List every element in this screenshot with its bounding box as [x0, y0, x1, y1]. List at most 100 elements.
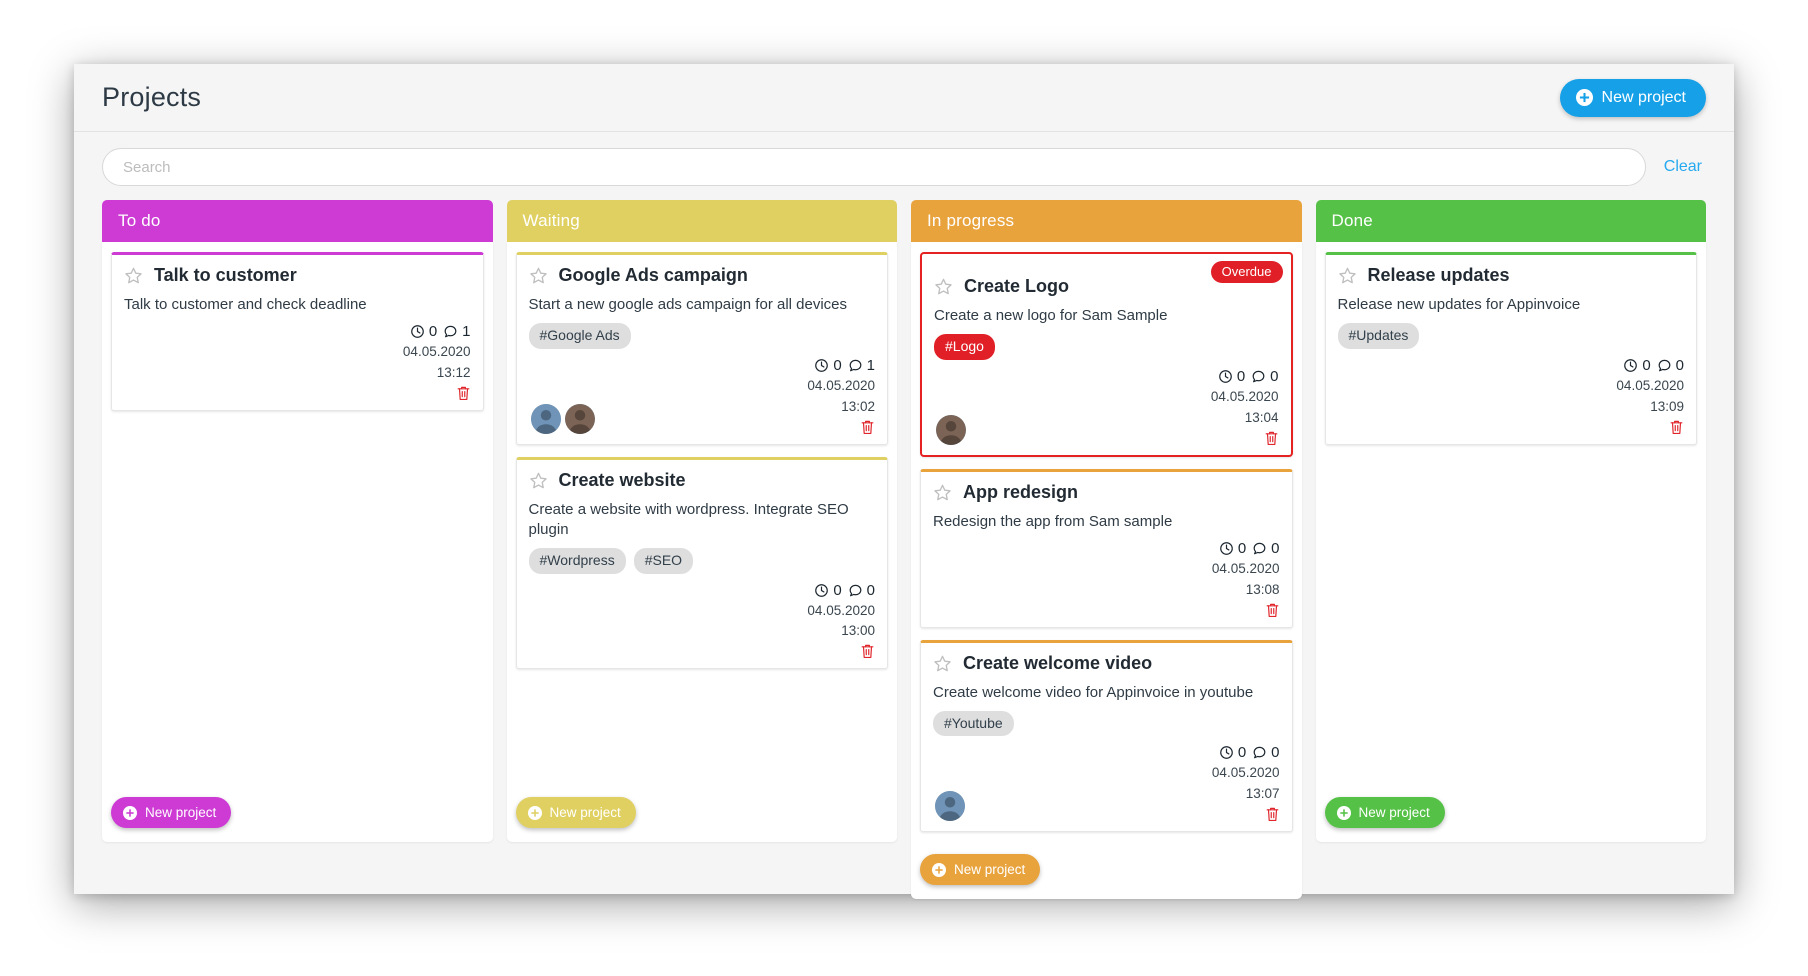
clock-icon: [1218, 369, 1233, 384]
project-card[interactable]: Create website Create a website with word…: [515, 456, 888, 670]
card-tag[interactable]: #SEO: [633, 548, 694, 574]
card-date: 04.05.2020: [807, 602, 875, 618]
card-date: 04.05.2020: [807, 377, 875, 393]
card-tag[interactable]: #Wordpress: [528, 548, 626, 574]
time-count: 0: [410, 323, 437, 340]
column-body-inprogress: Overdue Create Logo Create a new logo for …: [911, 242, 1302, 899]
star-outline-icon[interactable]: [933, 654, 952, 673]
card-tag[interactable]: #Logo: [934, 334, 995, 360]
card-time: 13:04: [1244, 409, 1279, 425]
project-card[interactable]: Talk to customer Talk to customer and che…: [111, 252, 484, 411]
star-outline-icon[interactable]: [529, 266, 548, 285]
card-meta: 0 1 04.05.2020 13:02: [807, 357, 875, 436]
star-outline-icon[interactable]: [124, 266, 143, 285]
card-date: 04.05.2020: [1210, 388, 1279, 404]
star-outline-icon[interactable]: [934, 277, 953, 296]
column-body-waiting: Google Ads campaign Start a new google ad…: [506, 242, 897, 842]
assignee-avatars: [528, 401, 597, 436]
trash-icon[interactable]: [860, 419, 875, 436]
column-new-project-button-todo[interactable]: New project: [111, 797, 232, 828]
card-tag-list: #Wordpress #SEO: [528, 548, 876, 574]
clock-icon: [1623, 358, 1638, 373]
card-title: Create website: [558, 469, 686, 490]
time-count-value: 0: [1237, 744, 1247, 762]
trash-icon[interactable]: [1265, 602, 1280, 619]
trash-icon[interactable]: [456, 385, 471, 402]
search-row: Clear: [74, 132, 1734, 200]
card-description: Redesign the app from Sam sample: [933, 512, 1173, 530]
project-card[interactable]: Release updates Release new updates for A…: [1324, 252, 1697, 445]
card-counts: 00: [1212, 744, 1280, 761]
column-new-project-label: New project: [1358, 805, 1430, 820]
column-new-project-button-inprogress[interactable]: New project: [920, 854, 1041, 885]
card-title: Create welcome video: [963, 652, 1153, 673]
column-header-todo: To do: [102, 200, 493, 242]
card-tag[interactable]: #Updates: [1337, 323, 1420, 349]
card-title: Create Logo: [964, 276, 1070, 296]
card-meta: 0 0 04.05.2020 13:07: [1212, 744, 1280, 823]
column-header-inprogress: In progress: [911, 200, 1302, 242]
card-counts: 00: [807, 582, 875, 599]
trash-icon[interactable]: [1669, 419, 1684, 436]
column-card-list: Talk to customer Talk to customer and che…: [111, 252, 484, 787]
card-tag[interactable]: #Google Ads: [528, 323, 631, 349]
card-description: Create welcome video for Appinvoice in y…: [933, 683, 1254, 701]
card-title-row: Talk to customer: [124, 265, 471, 286]
time-count: 0: [1219, 540, 1246, 557]
star-outline-icon[interactable]: [529, 471, 548, 490]
comment-count-value: 0: [1270, 367, 1279, 385]
avatar[interactable]: [934, 412, 968, 447]
time-count: 0: [814, 582, 842, 599]
card-description: Start a new google ads campaign for all …: [528, 296, 848, 313]
column-new-project-button-waiting[interactable]: New project: [515, 797, 636, 828]
column-new-project-label: New project: [954, 862, 1026, 877]
page-header: Projects New project: [74, 64, 1734, 132]
avatar[interactable]: [528, 401, 563, 436]
column-new-project-button-done[interactable]: New project: [1324, 797, 1445, 828]
card-counts: 00: [1212, 540, 1280, 557]
time-count-value: 0: [1237, 539, 1247, 557]
kanban-column-todo: To do Talk to customer Talk to customer an…: [102, 200, 493, 842]
card-description: Release new updates for Appinvoice: [1337, 296, 1581, 313]
card-time: 13:07: [1245, 786, 1280, 802]
time-count: 0: [1623, 356, 1651, 374]
star-outline-icon[interactable]: [1338, 266, 1357, 285]
comment-count: 1: [443, 323, 471, 341]
project-card[interactable]: App redesign Redesign the app from Sam sa…: [920, 468, 1293, 628]
time-count-value: 0: [1642, 356, 1651, 374]
card-tag[interactable]: #Youtube: [933, 710, 1014, 737]
project-card[interactable]: Create welcome video Create welcome video…: [920, 639, 1293, 832]
plus-circle-icon: [932, 862, 946, 877]
trash-icon[interactable]: [1265, 806, 1280, 823]
comment-count-value: 1: [462, 323, 471, 341]
search-input[interactable]: [102, 148, 1646, 186]
assignee-avatars: [934, 412, 968, 447]
card-footer: 0 1 04.05.2020 13:02: [528, 357, 875, 436]
card-time: 13:12: [436, 365, 471, 381]
comment-count-value: 1: [866, 356, 875, 374]
kanban-column-done: Done Release updates Release new updates f…: [1315, 200, 1706, 842]
clear-search-link[interactable]: Clear: [1664, 158, 1706, 176]
new-project-button[interactable]: New project: [1559, 78, 1706, 117]
avatar[interactable]: [562, 401, 597, 436]
comment-count-value: 0: [866, 581, 875, 599]
avatar[interactable]: [933, 789, 967, 823]
comment-icon: [1252, 541, 1267, 556]
trash-icon[interactable]: [1264, 430, 1279, 447]
time-count: 0: [1218, 368, 1245, 385]
card-footer: 0 0 04.05.2020 13:00: [529, 582, 875, 661]
column-header-waiting: Waiting: [506, 200, 897, 242]
project-card[interactable]: Google Ads campaign Start a new google ad…: [515, 252, 888, 445]
column-header-done: Done: [1315, 200, 1706, 242]
star-outline-icon[interactable]: [933, 483, 952, 502]
project-card[interactable]: Overdue Create Logo Create a new logo for …: [920, 252, 1293, 457]
comment-count-value: 0: [1271, 744, 1280, 762]
card-meta: 0 1 04.05.2020 13:12: [403, 323, 471, 402]
card-title-row: Create welcome video: [933, 653, 1280, 674]
column-body-done: Release updates Release new updates for A…: [1315, 242, 1706, 842]
trash-icon[interactable]: [860, 643, 875, 660]
card-footer: 0 1 04.05.2020 13:12: [124, 323, 471, 402]
kanban-column-inprogress: In progress Overdue Create Logo Create a ne…: [911, 200, 1302, 899]
clock-icon: [1219, 541, 1234, 556]
card-counts: 01: [403, 323, 471, 340]
